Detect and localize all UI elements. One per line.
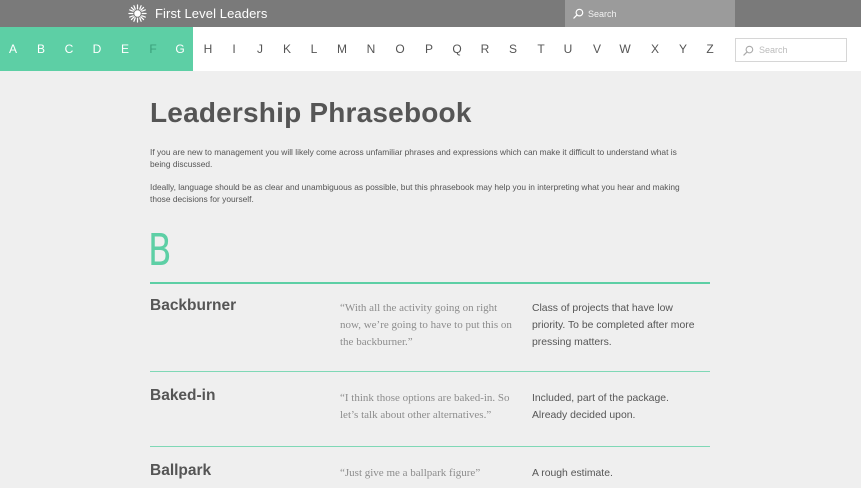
- alphabet-letter-n[interactable]: N: [363, 27, 379, 71]
- phrase-term: Ballpark: [150, 462, 212, 479]
- entry-divider: [150, 446, 710, 447]
- phrase-example: “I think those options are baked-in. So …: [340, 392, 510, 421]
- sunburst-logo-icon: [128, 4, 147, 23]
- alphabet-letter-t[interactable]: T: [533, 27, 549, 71]
- top-search-box[interactable]: [565, 0, 735, 27]
- alphabet-letter-i[interactable]: I: [226, 27, 242, 71]
- intro-paragraph: Ideally, language should be as clear and…: [150, 182, 680, 204]
- search-icon: [573, 8, 584, 19]
- alphabet-letter-e[interactable]: E: [117, 27, 133, 71]
- phrase-example: “Just give me a ballpark figure”: [340, 467, 481, 479]
- alphabet-letter-a[interactable]: A: [5, 27, 21, 71]
- top-search-input[interactable]: [588, 8, 728, 19]
- alphabet-letter-q[interactable]: Q: [449, 27, 465, 71]
- phrase-meaning: A rough estimate.: [532, 468, 613, 479]
- phrase-term: Backburner: [150, 297, 237, 314]
- alphabet-letter-l[interactable]: L: [306, 27, 322, 71]
- brand-name: First Level Leaders: [155, 6, 268, 21]
- alphabet-search-input[interactable]: [759, 45, 844, 55]
- alphabet-letter-r[interactable]: R: [477, 27, 493, 71]
- alphabet-letter-z[interactable]: Z: [702, 27, 718, 71]
- top-bar: First Level Leaders: [0, 0, 861, 27]
- alphabet-letter-u[interactable]: U: [560, 27, 576, 71]
- alphabet-letter-d[interactable]: D: [89, 27, 105, 71]
- entry-divider: [150, 371, 710, 372]
- alphabet-letter-j[interactable]: J: [252, 27, 268, 71]
- alphabet-letter-m[interactable]: M: [334, 27, 350, 71]
- phrase-example: “With all the activity going on right no…: [340, 302, 512, 348]
- page-title: Leadership Phrasebook: [150, 97, 472, 128]
- alphabet-letter-s[interactable]: S: [505, 27, 521, 71]
- alphabet-bar: ABCDEFGHIJKLMNOPQRSTUVWXYZ: [0, 27, 861, 71]
- alphabet-letter-c[interactable]: C: [61, 27, 77, 71]
- search-icon: [743, 45, 754, 56]
- alphabet-letter-o[interactable]: O: [392, 27, 408, 71]
- alphabet-letter-y[interactable]: Y: [675, 27, 691, 71]
- section-divider: [150, 282, 710, 284]
- section-letter: B: [148, 225, 172, 276]
- phrase-meaning: Included, part of the package. Already d…: [532, 393, 669, 421]
- brand-link[interactable]: First Level Leaders: [128, 0, 267, 27]
- alphabet-search-box[interactable]: [735, 38, 847, 62]
- alphabet-letter-k[interactable]: K: [279, 27, 295, 71]
- alphabet-letter-h[interactable]: H: [200, 27, 216, 71]
- alphabet-letter-g[interactable]: G: [172, 27, 188, 71]
- alphabet-letter-f[interactable]: F: [145, 27, 161, 71]
- alphabet-letter-p[interactable]: P: [421, 27, 437, 71]
- alphabet-letter-b[interactable]: B: [33, 27, 49, 71]
- alphabet-letter-v[interactable]: V: [589, 27, 605, 71]
- alphabet-letter-x[interactable]: X: [647, 27, 663, 71]
- phrase-term: Baked-in: [150, 387, 216, 404]
- intro-paragraph: If you are new to management you will li…: [150, 147, 677, 169]
- phrase-meaning: Class of projects that have low priority…: [532, 303, 695, 348]
- alphabet-letter-w[interactable]: W: [617, 27, 633, 71]
